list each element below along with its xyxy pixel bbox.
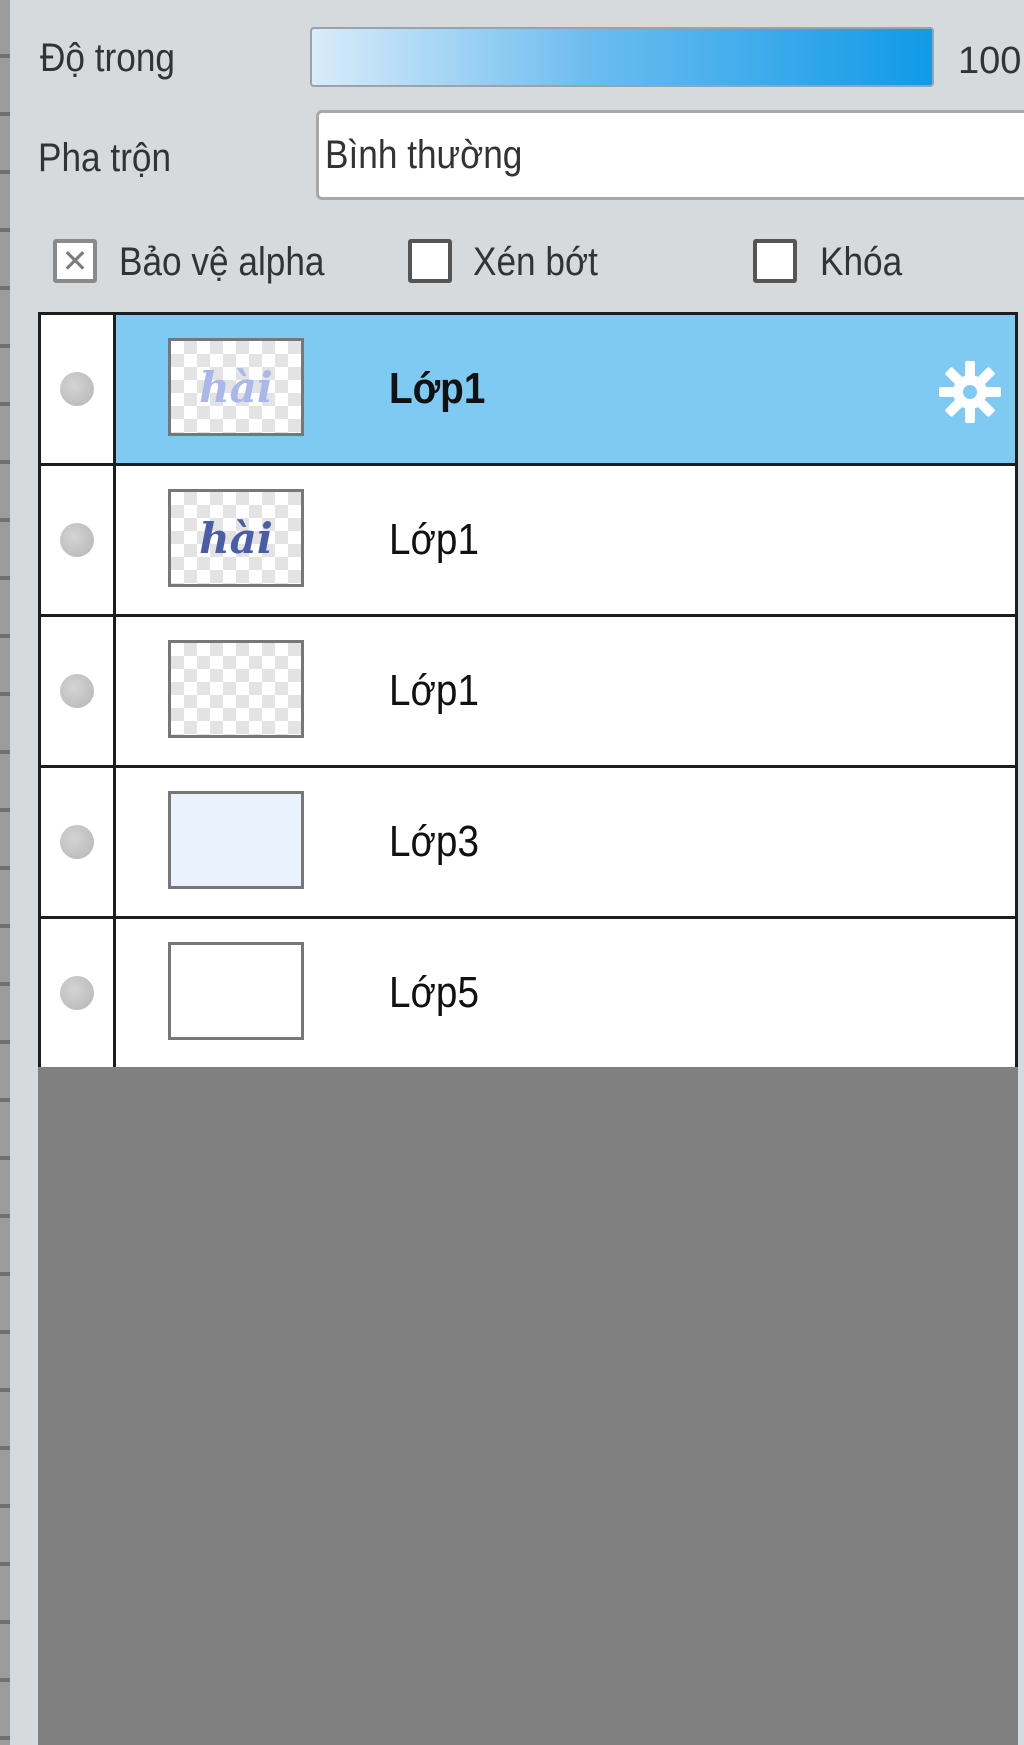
layer-name: Lớp1: [389, 666, 479, 715]
layer-main[interactable]: Lớp1: [116, 617, 1015, 765]
lock-label: Khóa: [820, 240, 903, 284]
clipping-checkbox[interactable]: [408, 239, 452, 283]
lock-checkbox[interactable]: [753, 239, 797, 283]
visibility-dot-icon: [60, 976, 94, 1010]
blend-mode-select[interactable]: Bình thường: [316, 110, 1024, 200]
opacity-label: Độ trong: [40, 36, 176, 80]
protect-alpha-label: Bảo vệ alpha: [119, 240, 325, 284]
layer-visibility-toggle[interactable]: [41, 466, 116, 614]
layer-name: Lớp5: [389, 968, 479, 1017]
layer-main[interactable]: hài Lớp1: [116, 315, 1015, 463]
layer-row[interactable]: hài Lớp1: [41, 466, 1015, 617]
visibility-dot-icon: [60, 523, 94, 557]
layer-row[interactable]: Lớp1: [41, 617, 1015, 768]
layer-list: hài Lớp1 hài Lớp1 Lớp1 Lớp3 Lớp5: [38, 312, 1018, 1070]
layer-row[interactable]: Lớp5: [41, 919, 1015, 1067]
layer-thumbnail: [168, 791, 304, 889]
thumbnail-text: hài: [199, 513, 273, 563]
layer-name: Lớp1: [389, 515, 479, 564]
layer-thumbnail: hài: [168, 489, 304, 587]
opacity-value: 100: [958, 40, 1022, 82]
visibility-dot-icon: [60, 825, 94, 859]
layer-row[interactable]: hài Lớp1: [41, 315, 1015, 466]
clipping-label: Xén bớt: [473, 240, 598, 284]
thumbnail-text: hài: [199, 362, 273, 412]
layer-name: Lớp3: [389, 817, 479, 866]
blend-mode-value: Bình thường: [325, 132, 523, 177]
layer-visibility-toggle[interactable]: [41, 617, 116, 765]
opacity-slider[interactable]: [310, 27, 934, 87]
layer-main[interactable]: hài Lớp1: [116, 466, 1015, 614]
layer-main[interactable]: Lớp5: [116, 919, 1015, 1067]
layer-panel: Độ trong 100 Pha trộn Bình thường ✕ Bảo …: [10, 0, 1024, 1745]
protect-alpha-checkbox[interactable]: ✕: [53, 239, 97, 283]
gear-icon[interactable]: [935, 357, 1005, 427]
layer-thumbnail: [168, 640, 304, 738]
layer-visibility-toggle[interactable]: [41, 768, 116, 916]
layer-visibility-toggle[interactable]: [41, 315, 116, 463]
check-x-icon: ✕: [61, 243, 89, 279]
blend-mode-label: Pha trộn: [38, 136, 172, 180]
layer-visibility-toggle[interactable]: [41, 919, 116, 1067]
visibility-dot-icon: [60, 372, 94, 406]
layer-main[interactable]: Lớp3: [116, 768, 1015, 916]
layer-thumbnail: hài: [168, 338, 304, 436]
layer-row[interactable]: Lớp3: [41, 768, 1015, 919]
visibility-dot-icon: [60, 674, 94, 708]
layer-name: Lớp1: [389, 364, 486, 413]
layer-thumbnail: [168, 942, 304, 1040]
empty-layer-area: [38, 1067, 1018, 1745]
left-edge-strip: [0, 0, 10, 1745]
